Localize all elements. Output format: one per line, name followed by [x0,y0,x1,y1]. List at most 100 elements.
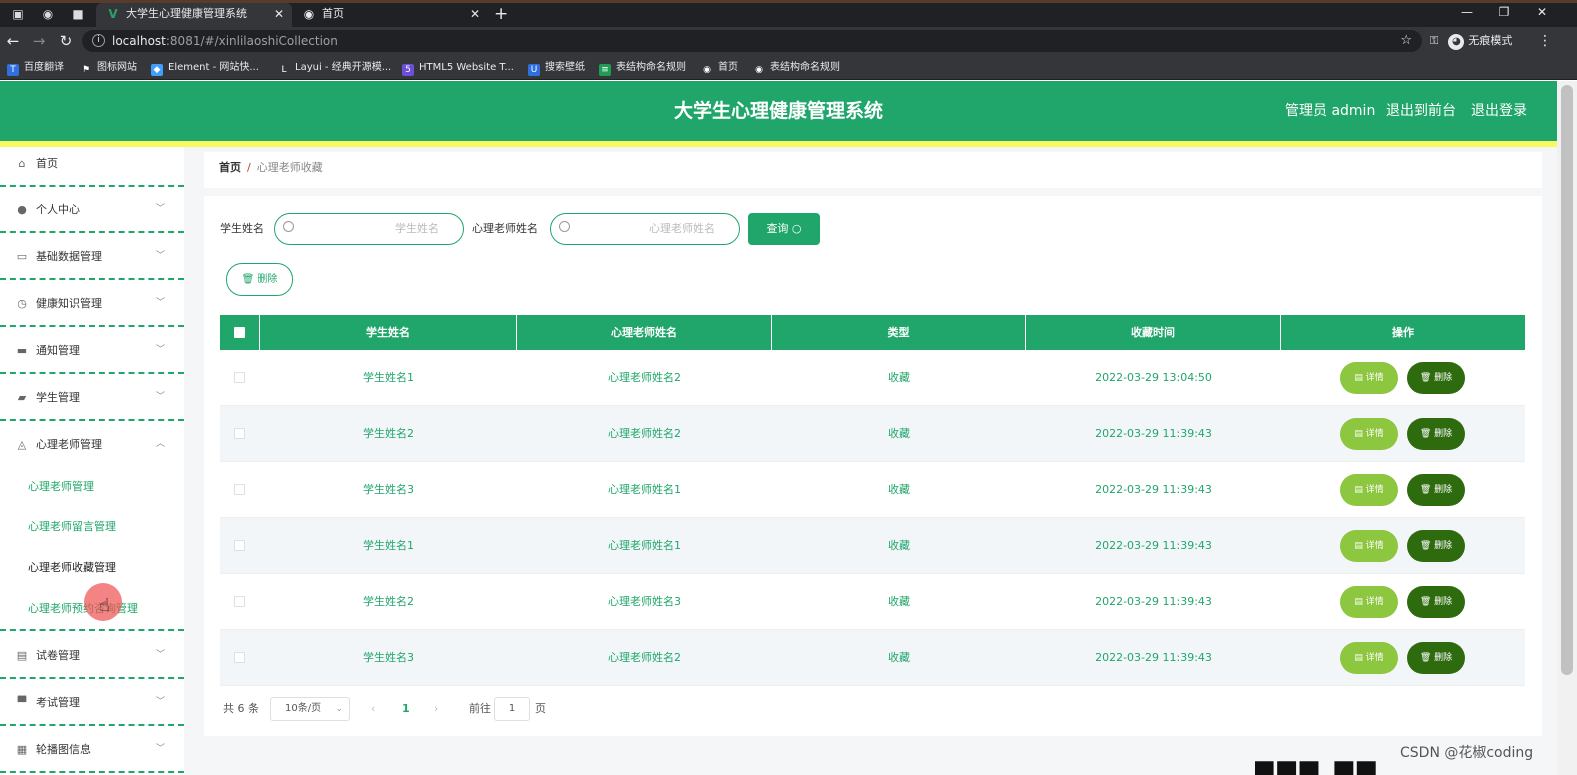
bookmark-item[interactable]: ⚑ 图标网站 [80,60,137,76]
tab-title: 大学生心理健康管理系统 [126,7,247,20]
tab-system[interactable]: V 大学生心理健康管理系统 ✕ [96,3,292,27]
logout-link[interactable]: 退出登录 [1471,81,1527,141]
query-button[interactable]: 查询 ○ [748,213,820,245]
row-checkbox[interactable] [234,428,245,439]
teacher-name-input[interactable]: 心理老师姓名 [550,213,740,245]
globe-icon: ◉ [303,7,315,21]
tab-home[interactable]: ◉ 首页 ✕ [292,3,488,27]
translate-icon: T [7,64,19,76]
delete-button[interactable]: 🗑 删除 [1407,474,1465,506]
cell-teacher: 心理老师姓名2 [608,651,681,664]
new-tab-button[interactable]: + [494,3,508,25]
globe-icon: ◉ [701,64,713,76]
url-field[interactable]: i localhost:8081/#/xinlilaoshiCollection… [82,30,1422,52]
row-checkbox[interactable] [234,484,245,495]
bookmark-item[interactable]: ◉ 表结构命名规则 [753,60,840,76]
detail-button[interactable]: ▤ 详情 [1340,530,1398,562]
exit-to-frontend-link[interactable]: 退出到前台 [1386,81,1456,141]
tab-search-icon[interactable]: ▣ [9,6,27,22]
document-icon: ▤ [16,649,28,662]
row-checkbox[interactable] [234,540,245,551]
sidebar-item-label: 健康知识管理 [36,297,102,310]
row-checkbox[interactable] [234,372,245,383]
table-header: 学生姓名 心理老师姓名 类型 收藏时间 操作 [220,315,1525,350]
tab-page-icon[interactable]: ■ [69,6,87,22]
sidebar-item[interactable]: ▬ 通知管理 ﹀ [0,327,184,374]
sidebar-item[interactable]: ▰ 学生管理 ﹀ [0,374,184,421]
reload-icon[interactable]: ↻ [57,32,75,50]
restore-icon[interactable]: ❐ [1489,3,1519,21]
row-checkbox[interactable] [234,596,245,607]
detail-button[interactable]: ▤ 详情 [1340,362,1398,394]
sidebar-item[interactable]: ⌂ 首页 [0,140,184,187]
tab-close-icon[interactable]: ✕ [470,3,480,25]
submenu-teacher-message[interactable]: 心理老师留言管理 [28,519,116,535]
column-header[interactable]: 类型 [772,315,1026,350]
page-size-select[interactable]: 10条/页 ⌄ [270,697,350,721]
detail-button[interactable]: ▤ 详情 [1340,586,1398,618]
row-checkbox[interactable] [234,652,245,663]
select-all-checkbox[interactable] [234,327,245,338]
current-page[interactable]: 1 [402,695,410,723]
column-header[interactable]: 收藏时间 [1026,315,1281,350]
sidebar-divider [0,629,184,631]
bookmark-item[interactable]: U 搜索壁纸 [528,60,585,76]
bookmark-star-icon[interactable]: ☆ [1400,30,1412,52]
column-header[interactable]: 学生姓名 [260,315,517,350]
browser-tab-bar: ▣ ◉ ■ V 大学生心理健康管理系统 ✕ ◉ 首页 ✕ + — ❐ ✕ [0,0,1577,27]
site-info-icon[interactable]: i [92,34,105,47]
next-page-icon[interactable]: › [434,695,438,723]
sidebar-item[interactable]: ◬ 心理老师管理 ︿ [0,421,184,468]
prev-page-icon[interactable]: ‹ [371,695,375,723]
tab-close-icon[interactable]: ✕ [274,3,284,25]
bookmark-item[interactable]: L Layui - 经典开源模... [278,60,391,76]
url-host: localhost [112,34,166,48]
window-close-icon[interactable]: ✕ [1527,3,1557,21]
back-icon[interactable]: ← [4,32,22,50]
sidebar-item-label: 轮播图信息 [36,743,91,756]
sidebar-item[interactable]: ▤ 试卷管理 ﹀ [0,632,184,679]
message-icon: ▰ [17,391,27,404]
sidebar-item[interactable]: ▀ 考试管理 ﹀ [0,679,184,726]
detail-button[interactable]: ▤ 详情 [1340,642,1398,674]
cell-type: 收藏 [888,539,910,552]
bookmark-item[interactable]: 5 HTML5 Website T... [402,60,514,76]
delete-button[interactable]: 🗑 删除 [1407,418,1465,450]
bookmark-item[interactable]: ◉ 首页 [701,60,738,76]
scrollbar-thumb[interactable] [1561,85,1573,675]
delete-button[interactable]: 🗑 删除 [1407,586,1465,618]
minimize-icon[interactable]: — [1452,3,1482,21]
tab-chrome-icon[interactable]: ◉ [39,6,57,22]
column-header[interactable]: 心理老师姓名 [517,315,772,350]
briefcase-icon: ▬ [16,344,28,357]
detail-button[interactable]: ▤ 详情 [1340,474,1398,506]
goto-page-input[interactable]: 1 [494,697,530,721]
breadcrumb-home[interactable]: 首页 [219,161,241,174]
batch-delete-button[interactable]: 🗑 删除 [226,263,293,296]
detail-button[interactable]: ▤ 详情 [1340,418,1398,450]
delete-button[interactable]: 🗑 删除 [1407,530,1465,562]
delete-button[interactable]: 🗑 删除 [1407,642,1465,674]
sidebar-item[interactable]: ▭ 基础数据管理 ﹀ [0,233,184,280]
submenu-teacher-manage[interactable]: 心理老师管理 [28,479,94,495]
bookmark-label: 首页 [718,62,738,73]
page-scrollbar[interactable] [1557,81,1577,775]
bookmark-item[interactable]: T 百度翻译 [7,60,64,76]
student-name-input[interactable]: 学生姓名 [274,213,464,245]
bookmark-item[interactable]: ≡ 表结构命名规则 [599,60,686,76]
cell-teacher: 心理老师姓名2 [608,427,681,440]
sidebar-item-label: 试卷管理 [36,649,80,662]
cell-time: 2022-03-29 11:39:43 [1095,651,1212,664]
submenu-teacher-collection[interactable]: 心理老师收藏管理 [28,560,116,576]
table-row: 学生姓名2 心理老师姓名3 收藏 2022-03-29 11:39:43 ▤ 详情 🗑 删… [220,574,1525,630]
browser-menu-icon[interactable]: ⋮ [1538,32,1552,50]
bookmark-item[interactable]: ◆ Element - 网站快... [151,60,259,76]
incognito-indicator[interactable]: ⚿ ◕ 无痕模式 [1430,32,1512,50]
sidebar-item[interactable]: ● 个人中心 ﹀ [0,186,184,233]
forward-icon[interactable]: → [30,32,48,50]
breadcrumb-separator: / [247,161,251,174]
table-row: 学生姓名3 心理老师姓名1 收藏 2022-03-29 11:39:43 ▤ 详情 🗑 删… [220,462,1525,518]
sidebar-item[interactable]: ◷ 健康知识管理 ﹀ [0,280,184,327]
delete-button[interactable]: 🗑 删除 [1407,362,1465,394]
sidebar-item[interactable]: ▦ 轮播图信息 ﹀ [0,726,184,773]
